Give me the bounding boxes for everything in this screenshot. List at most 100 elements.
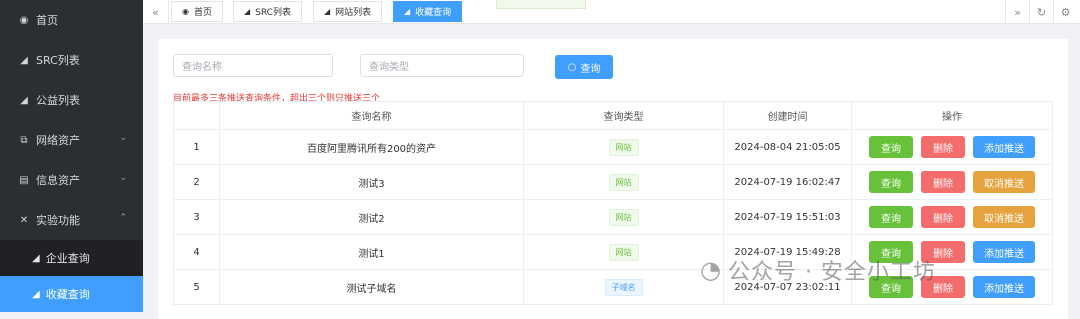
query-name-input[interactable]: 查询名称 bbox=[173, 54, 333, 77]
column-header-time: 创建时间 bbox=[723, 101, 852, 130]
watermark-text: 公众号 · 安全小工坊 bbox=[727, 260, 936, 285]
cancel-push-button[interactable]: 取消推送 bbox=[973, 171, 1035, 193]
row-time: 2024-07-19 16:02:47 bbox=[723, 164, 852, 200]
row-name: 测试3 bbox=[219, 164, 524, 200]
refresh-icon[interactable]: ↻ bbox=[1029, 0, 1053, 24]
tab-home[interactable]: ◉ 首页 bbox=[171, 1, 223, 22]
query-button[interactable]: 查询 bbox=[869, 206, 913, 228]
tab-website-list[interactable]: ◢ 网站列表 bbox=[313, 1, 383, 22]
search-button[interactable]: ○ 查询 bbox=[555, 55, 613, 79]
query-type-input[interactable]: 查询类型 bbox=[360, 54, 524, 77]
table-row: 3 测试2 网站 2024-07-19 15:51:03 查询 删除 取消推送 bbox=[173, 199, 1053, 235]
success-toast bbox=[496, 0, 586, 9]
sidebar-item-label: 网络资产 bbox=[36, 134, 80, 147]
type-badge: 网站 bbox=[608, 243, 639, 261]
row-actions: 查询 删除 取消推送 bbox=[851, 164, 1053, 200]
row-name: 百度阿里腾讯所有200的资产 bbox=[219, 129, 524, 165]
row-type-cell: 网站 bbox=[523, 234, 724, 270]
tab-favorite-query[interactable]: ◢ 收藏查询 bbox=[393, 1, 463, 22]
sidebar-item-label: 首页 bbox=[36, 14, 58, 27]
sidebar-item-src-list[interactable]: ◢ SRC列表 bbox=[0, 40, 143, 80]
add-push-button[interactable]: 添加推送 bbox=[973, 276, 1035, 298]
query-name-placeholder: 查询名称 bbox=[182, 62, 222, 73]
sidebar-item-network-assets[interactable]: ⧉ 网络资产 ⌄ bbox=[0, 120, 143, 160]
table-row: 1 百度阿里腾讯所有200的资产 网站 2024-08-04 21:05:05 … bbox=[173, 129, 1053, 165]
sidebar-item-label: 信息资产 bbox=[36, 174, 80, 187]
chevron-up-icon: ⌃ bbox=[119, 213, 127, 223]
send-icon: ◢ bbox=[20, 54, 28, 66]
type-badge: 子域名 bbox=[604, 278, 643, 296]
dashboard-icon: ◉ bbox=[182, 7, 189, 16]
column-header-actions: 操作 bbox=[851, 101, 1053, 130]
tab-label: 收藏查询 bbox=[415, 8, 452, 18]
type-badge: 网站 bbox=[608, 173, 639, 191]
table-row: 2 测试3 网站 2024-07-19 16:02:47 查询 删除 取消推送 bbox=[173, 164, 1053, 200]
table-header-row: 查询名称 查询类型 创建时间 操作 bbox=[173, 101, 1053, 130]
row-name: 测试2 bbox=[219, 199, 524, 235]
search-icon: ○ bbox=[567, 61, 577, 73]
send-icon: ◢ bbox=[20, 94, 28, 106]
send-icon: ◢ bbox=[324, 7, 331, 16]
row-index: 4 bbox=[173, 234, 220, 270]
send-icon: ◢ bbox=[404, 7, 411, 16]
add-push-button[interactable]: 添加推送 bbox=[973, 241, 1035, 263]
add-push-button[interactable]: 添加推送 bbox=[973, 136, 1035, 158]
row-type-cell: 子域名 bbox=[523, 269, 724, 305]
query-type-placeholder: 查询类型 bbox=[369, 62, 409, 73]
type-badge: 网站 bbox=[608, 208, 639, 226]
column-header-type: 查询类型 bbox=[523, 101, 724, 130]
scroll-right-icon[interactable]: » bbox=[1005, 0, 1029, 24]
wechat-icon: ◔ bbox=[700, 256, 722, 284]
watermark: ◔ 公众号 · 安全小工坊 bbox=[700, 254, 936, 286]
tab-label: 网站列表 bbox=[335, 8, 372, 18]
query-button[interactable]: 查询 bbox=[869, 136, 913, 158]
sidebar-subitem-favorite-query[interactable]: ◢ 收藏查询 bbox=[0, 276, 143, 312]
settings-icon[interactable]: ⚙ bbox=[1053, 0, 1077, 24]
sidebar-item-label: 公益列表 bbox=[36, 94, 80, 107]
row-time: 2024-07-19 15:51:03 bbox=[723, 199, 852, 235]
scroll-left-icon[interactable]: « bbox=[143, 0, 169, 24]
type-badge: 网站 bbox=[608, 138, 639, 156]
tools-icon: ✕ bbox=[19, 214, 29, 226]
delete-button[interactable]: 删除 bbox=[921, 206, 965, 228]
row-index: 5 bbox=[173, 269, 220, 305]
query-button[interactable]: 查询 bbox=[869, 171, 913, 193]
sidebar-subitem-company-query[interactable]: ◢ 企业查询 bbox=[0, 240, 143, 276]
sidebar-item-public-list[interactable]: ◢ 公益列表 bbox=[0, 80, 143, 120]
sidebar-item-experimental[interactable]: ✕ 实验功能 ⌃ bbox=[0, 200, 143, 240]
delete-button[interactable]: 删除 bbox=[921, 171, 965, 193]
tab-bar: « ◉ 首页 ◢ SRC列表 ◢ 网站列表 ◢ 收藏查询 » ↻ ⚙ bbox=[143, 0, 1080, 24]
row-actions: 查询 删除 取消推送 bbox=[851, 199, 1053, 235]
row-name: 测试子域名 bbox=[219, 269, 524, 305]
sidebar-item-label: SRC列表 bbox=[36, 54, 80, 67]
sidebar-item-label: 实验功能 bbox=[36, 214, 80, 227]
row-type-cell: 网站 bbox=[523, 129, 724, 165]
send-icon: ◢ bbox=[244, 7, 251, 16]
row-time: 2024-08-04 21:05:05 bbox=[723, 129, 852, 165]
sidebar-item-info-assets[interactable]: ▤ 信息资产 ⌄ bbox=[0, 160, 143, 200]
row-index: 2 bbox=[173, 164, 220, 200]
search-button-label: 查询 bbox=[580, 63, 601, 75]
row-name: 测试1 bbox=[219, 234, 524, 270]
sidebar-item-home[interactable]: ◉ 首页 bbox=[0, 0, 143, 40]
row-type-cell: 网站 bbox=[523, 164, 724, 200]
delete-button[interactable]: 删除 bbox=[921, 136, 965, 158]
network-icon: ⧉ bbox=[20, 134, 28, 146]
send-icon: ◢ bbox=[32, 288, 40, 300]
sidebar-subitem-label: 收藏查询 bbox=[45, 288, 90, 301]
row-index: 3 bbox=[173, 199, 220, 235]
row-actions: 查询 删除 添加推送 bbox=[851, 129, 1053, 165]
document-icon: ▤ bbox=[19, 174, 29, 186]
dashboard-icon: ◉ bbox=[19, 14, 29, 26]
column-header-name: 查询名称 bbox=[219, 101, 524, 130]
sidebar-subitem-label: 企业查询 bbox=[45, 252, 90, 265]
row-type-cell: 网站 bbox=[523, 199, 724, 235]
row-index: 1 bbox=[173, 129, 220, 165]
tab-label: 首页 bbox=[193, 8, 212, 18]
column-header-index bbox=[173, 101, 220, 130]
tab-src-list[interactable]: ◢ SRC列表 bbox=[233, 1, 302, 22]
tab-label: SRC列表 bbox=[255, 8, 291, 18]
send-icon: ◢ bbox=[32, 252, 40, 264]
chevron-down-icon: ⌄ bbox=[119, 173, 127, 183]
cancel-push-button[interactable]: 取消推送 bbox=[973, 206, 1035, 228]
